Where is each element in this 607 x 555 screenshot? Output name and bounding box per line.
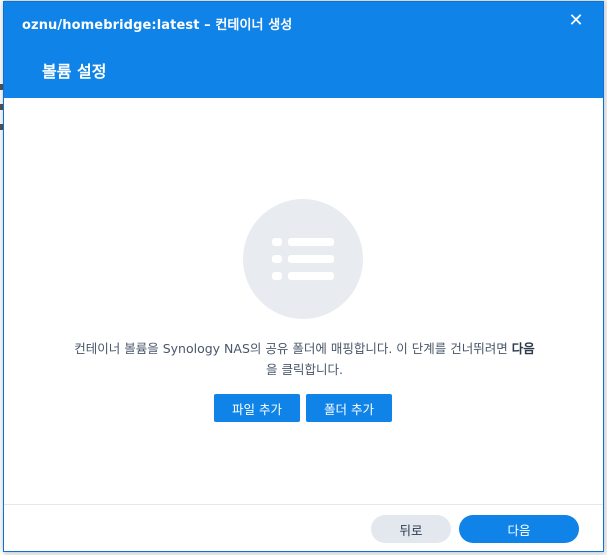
close-icon[interactable]: ✕ bbox=[567, 12, 585, 30]
back-button[interactable]: 뒤로 bbox=[371, 515, 451, 543]
list-line bbox=[288, 238, 334, 246]
list-line bbox=[288, 255, 334, 263]
list-line bbox=[288, 272, 334, 280]
add-folder-button[interactable]: 폴더 추가 bbox=[306, 394, 392, 422]
dialog-titlebar[interactable]: oznu/homebridge:latest – 컨테이너 생성 ✕ bbox=[4, 2, 603, 42]
empty-state-description: 컨테이너 볼륨을 Synology NAS의 공유 폴더에 매핑합니다. 이 단… bbox=[24, 338, 585, 380]
step-header: 볼륨 설정 bbox=[4, 42, 603, 98]
add-file-button[interactable]: 파일 추가 bbox=[214, 394, 300, 422]
description-text: 컨테이너 볼륨을 Synology NAS의 공유 폴더에 매핑합니다. 이 단… bbox=[74, 341, 512, 356]
list-bullet bbox=[272, 255, 282, 263]
step-title: 볼륨 설정 bbox=[42, 62, 107, 81]
dialog-title: oznu/homebridge:latest – 컨테이너 생성 bbox=[22, 18, 293, 33]
create-container-dialog: oznu/homebridge:latest – 컨테이너 생성 ✕ 볼륨 설정… bbox=[3, 1, 604, 552]
description-text-end: 을 클릭합니다. bbox=[266, 362, 343, 377]
volume-settings-body: 컨테이너 볼륨을 Synology NAS의 공유 폴더에 매핑합니다. 이 단… bbox=[4, 98, 603, 504]
list-bullet bbox=[272, 272, 282, 280]
description-next-emphasis: 다음 bbox=[511, 341, 535, 356]
list-icon bbox=[243, 199, 363, 319]
list-bullet bbox=[272, 238, 282, 246]
dialog-footer: 뒤로 다음 bbox=[4, 504, 603, 553]
next-button[interactable]: 다음 bbox=[459, 515, 579, 543]
